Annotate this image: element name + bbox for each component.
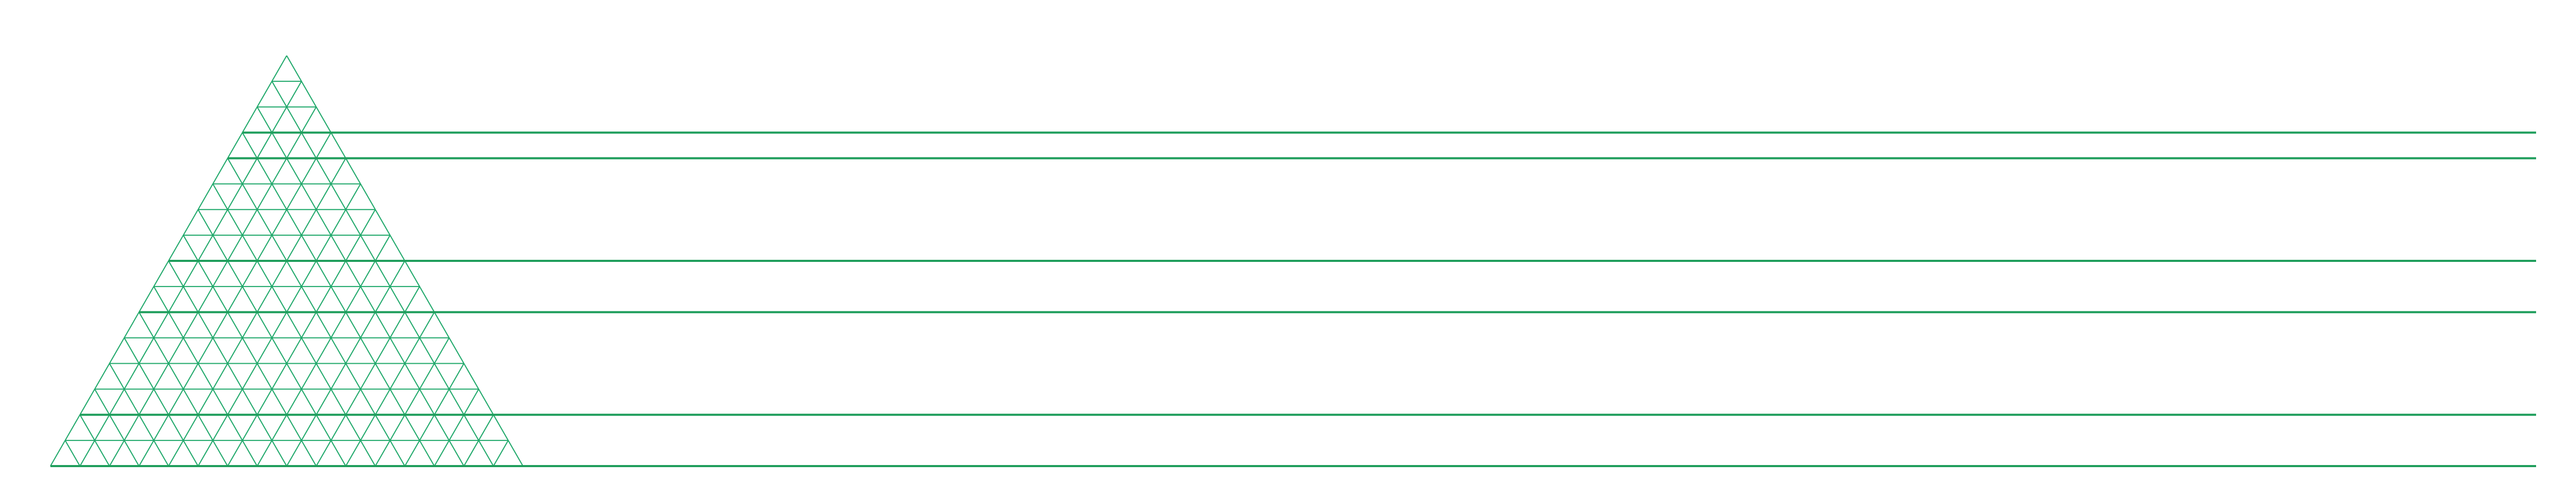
grid-line-parallel-right [138, 132, 332, 467]
grid-line-parallel-right [374, 337, 450, 467]
diagram-svg [50, 55, 2536, 467]
grid-line-parallel-right [316, 286, 420, 467]
grid-line-parallel-left [212, 183, 376, 467]
grid-line-parallel-right [256, 235, 391, 467]
grid-line-parallel-left [271, 81, 494, 467]
grid-line-parallel-right [493, 440, 509, 467]
grid-line-parallel-left [94, 388, 140, 467]
grid-line-parallel-left [183, 235, 317, 467]
grid-line-parallel-right [79, 81, 302, 467]
grid-line-parallel-left [123, 337, 199, 467]
grid-line-parallel-left [242, 132, 435, 467]
grid-line-parallel-right [434, 388, 479, 467]
horizontal-guide-lines [50, 131, 2536, 467]
grid-line-parallel-left [153, 286, 258, 467]
grid-line-parallel-left [65, 440, 81, 467]
grid-line-parallel-right [197, 183, 361, 467]
diagram-canvas [0, 0, 2576, 496]
